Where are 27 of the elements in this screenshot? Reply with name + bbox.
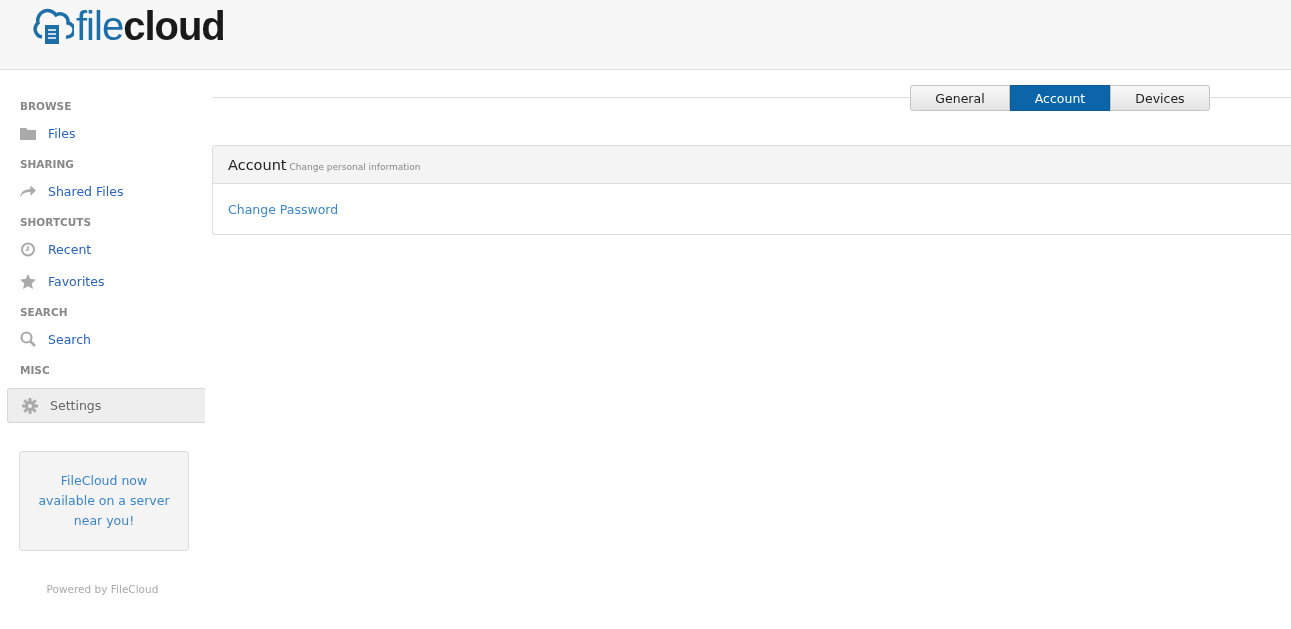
tab[interactable]: Devices <box>1110 85 1210 111</box>
folder-icon <box>20 126 36 140</box>
panel-subtitle: Change personal information <box>289 161 421 172</box>
sidebar-item[interactable]: Settings <box>7 388 205 423</box>
powered-by-text: Powered by FileCloud <box>45 583 160 595</box>
settings-icon <box>22 397 38 414</box>
logo-wordmark: filecloud <box>76 4 225 48</box>
sidebar-item[interactable]: Files <box>0 122 205 144</box>
sidebar-item[interactable]: Favorites <box>0 270 205 292</box>
star-icon <box>20 273 36 289</box>
change-password-link[interactable]: Change Password <box>228 201 339 217</box>
section-heading: MISC <box>19 364 51 378</box>
share-arrow-icon <box>20 184 36 198</box>
section-heading: SEARCH <box>19 306 69 320</box>
cloud-document-icon <box>32 7 74 45</box>
sidebar-item[interactable]: Shared Files <box>0 180 205 202</box>
promo-link[interactable]: FileCloud now available on a server near you! <box>32 471 176 531</box>
tab[interactable]: General <box>910 85 1010 111</box>
panel-title: Account <box>228 156 287 173</box>
section-heading: BROWSE <box>19 100 73 114</box>
clock-icon <box>20 241 36 257</box>
search-icon <box>20 331 36 347</box>
sidebar-item[interactable]: Recent <box>0 238 205 260</box>
sidebar-item[interactable]: Search <box>0 328 205 350</box>
section-heading: SHORTCUTS <box>19 216 92 230</box>
tab[interactable]: Account <box>1010 85 1110 111</box>
section-heading: SHARING <box>19 158 75 172</box>
